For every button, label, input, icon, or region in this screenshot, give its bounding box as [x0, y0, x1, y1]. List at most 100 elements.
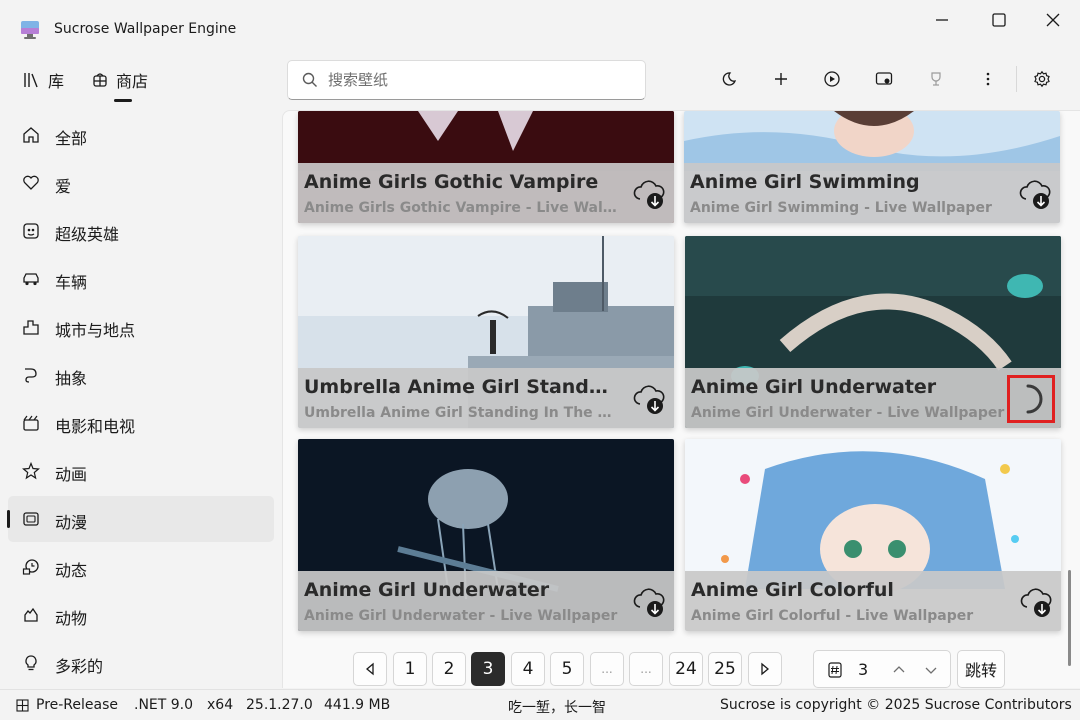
card-subtitle: Anime Girls Gothic Vampire - Live Wallpa… [304, 200, 620, 216]
minimize-icon [936, 19, 948, 21]
add-button[interactable] [768, 66, 794, 92]
motto-text: 吃一堑，长一智 [508, 700, 606, 716]
status-bar: Pre-Release .NET 9.0 x64 25.1.27.0 441.9… [0, 689, 1080, 720]
page-number-value: 3 [858, 660, 869, 679]
sidebar-item-cities[interactable]: 城市与地点 [8, 304, 274, 350]
store-icon [93, 73, 107, 87]
close-button[interactable] [1043, 10, 1063, 30]
prev-page-button[interactable] [353, 652, 387, 686]
tab-store[interactable]: 商店 [92, 68, 148, 92]
theme-button[interactable] [716, 66, 742, 92]
sidebar-item-dynamic[interactable]: 动态 [8, 544, 274, 590]
abstract-icon [25, 368, 37, 383]
page-number-input[interactable]: 3 [813, 650, 951, 688]
sidebar-item-animals[interactable]: 动物 [8, 592, 274, 638]
copyright-text: Sucrose is copyright © 2025 Sucrose Cont… [720, 697, 1072, 713]
page-button[interactable]: 4 [511, 652, 545, 686]
chevron-up-icon[interactable] [892, 663, 906, 677]
app-title: Sucrose Wallpaper Engine [54, 21, 237, 37]
library-icon [24, 73, 38, 88]
page-ellipsis: ... [629, 652, 663, 686]
sidebar-item-abstract[interactable]: 抽象 [8, 352, 274, 398]
dynamic-icon [22, 559, 39, 575]
wallpaper-card[interactable]: Umbrella Anime Girl Standing... Umbrella… [298, 236, 674, 428]
chevron-down-icon[interactable] [924, 663, 938, 677]
minimize-button[interactable] [932, 10, 952, 30]
add-icon [775, 73, 787, 85]
card-title: Anime Girl Colorful [691, 579, 894, 601]
trophy-icon [931, 72, 941, 86]
search-input[interactable] [328, 69, 628, 91]
tab-store-label: 商店 [116, 72, 149, 91]
sidebar-item-label: 车辆 [55, 273, 88, 292]
runtime-version: .NET 9.0 [134, 697, 194, 713]
sidebar-item-label: 抽象 [55, 369, 88, 388]
play-button[interactable] [819, 66, 845, 92]
maximize-button[interactable] [989, 10, 1009, 30]
hash-icon [828, 662, 842, 678]
tab-library[interactable]: 库 [22, 68, 64, 92]
display-button[interactable] [871, 66, 897, 92]
card-subtitle: Anime Girl Underwater - Live Wallpaper [304, 608, 618, 624]
sidebar-item-love[interactable]: 爱 [8, 160, 274, 206]
download-icon[interactable] [632, 177, 666, 211]
settings-button[interactable] [1029, 66, 1055, 92]
download-progress-indicator [1007, 375, 1055, 423]
wallpaper-card[interactable]: Anime Girl Underwater Anime Girl Underwa… [298, 439, 674, 631]
display-icon [875, 72, 893, 85]
selected-indicator [7, 510, 10, 528]
download-icon[interactable] [632, 382, 666, 416]
page-button[interactable]: 24 [669, 652, 703, 686]
anime-icon [23, 512, 39, 526]
search-box[interactable] [287, 60, 646, 100]
sidebar-item-superhero[interactable]: 超级英雄 [8, 208, 274, 254]
card-info-panel: Umbrella Anime Girl Standing... Umbrella… [298, 368, 674, 428]
star-icon [22, 462, 40, 480]
jump-button[interactable]: 跳转 [957, 650, 1005, 688]
release-channel: Pre-Release [36, 697, 119, 713]
page-button[interactable]: 5 [550, 652, 584, 686]
next-page-button[interactable] [748, 652, 782, 686]
car-icon [23, 273, 39, 286]
search-icon [302, 72, 317, 87]
content-scrollbar[interactable] [1068, 570, 1071, 666]
card-title: Umbrella Anime Girl Standing... [304, 376, 614, 398]
page-button[interactable]: 1 [393, 652, 427, 686]
page-button-current[interactable]: 3 [471, 652, 505, 686]
page-button[interactable]: 2 [432, 652, 466, 686]
wallpaper-card[interactable]: Anime Girls Gothic Vampire Anime Girls G… [298, 111, 674, 223]
page-button[interactable]: 25 [708, 652, 742, 686]
loading-spinner-icon [1026, 384, 1043, 414]
download-icon[interactable] [1018, 177, 1052, 211]
download-icon[interactable] [632, 585, 666, 619]
more-icon [986, 72, 990, 86]
card-title: Anime Girl Underwater [691, 376, 937, 398]
wallpaper-card[interactable]: Anime Girl Colorful Anime Girl Colorful … [685, 439, 1061, 631]
app-logo-icon [21, 21, 39, 39]
sidebar-item-label: 动画 [55, 465, 88, 484]
title-bar: Sucrose Wallpaper Engine [0, 0, 1080, 60]
download-icon[interactable] [1019, 585, 1053, 619]
memory-usage: 441.9 MB [324, 697, 391, 713]
sidebar-item-movies[interactable]: 电影和电视 [8, 400, 274, 446]
sidebar-item-vehicles[interactable]: 车辆 [8, 256, 274, 302]
chevron-right-icon [761, 662, 770, 676]
wallpaper-card[interactable]: Anime Girl Underwater Anime Girl Underwa… [685, 236, 1061, 428]
sidebar-item-all[interactable]: 全部 [8, 112, 274, 158]
trophy-button[interactable] [923, 66, 949, 92]
theme-moon-icon [722, 72, 737, 86]
more-button[interactable] [975, 66, 1001, 92]
app-version: 25.1.27.0 [246, 697, 313, 713]
wallpaper-card[interactable]: Anime Girl Swimming Anime Girl Swimming … [684, 111, 1060, 223]
sidebar-item-label: 全部 [55, 129, 88, 148]
sidebar-item-anime[interactable]: 动漫 [7, 496, 274, 542]
toolbar-separator [1016, 66, 1017, 92]
category-sidebar: 全部 爱 超级英雄 车辆 城市与地点 抽象 电影和电视 动画 动漫 动态 动物 [0, 110, 282, 688]
page-ellipsis: ... [590, 652, 624, 686]
release-icon [16, 699, 29, 712]
bulb-icon [25, 655, 37, 671]
tab-selected-indicator [114, 99, 132, 102]
sidebar-item-colorful[interactable]: 多彩的 [8, 640, 274, 686]
sidebar-item-animation[interactable]: 动画 [8, 448, 274, 494]
close-icon [1046, 13, 1060, 27]
